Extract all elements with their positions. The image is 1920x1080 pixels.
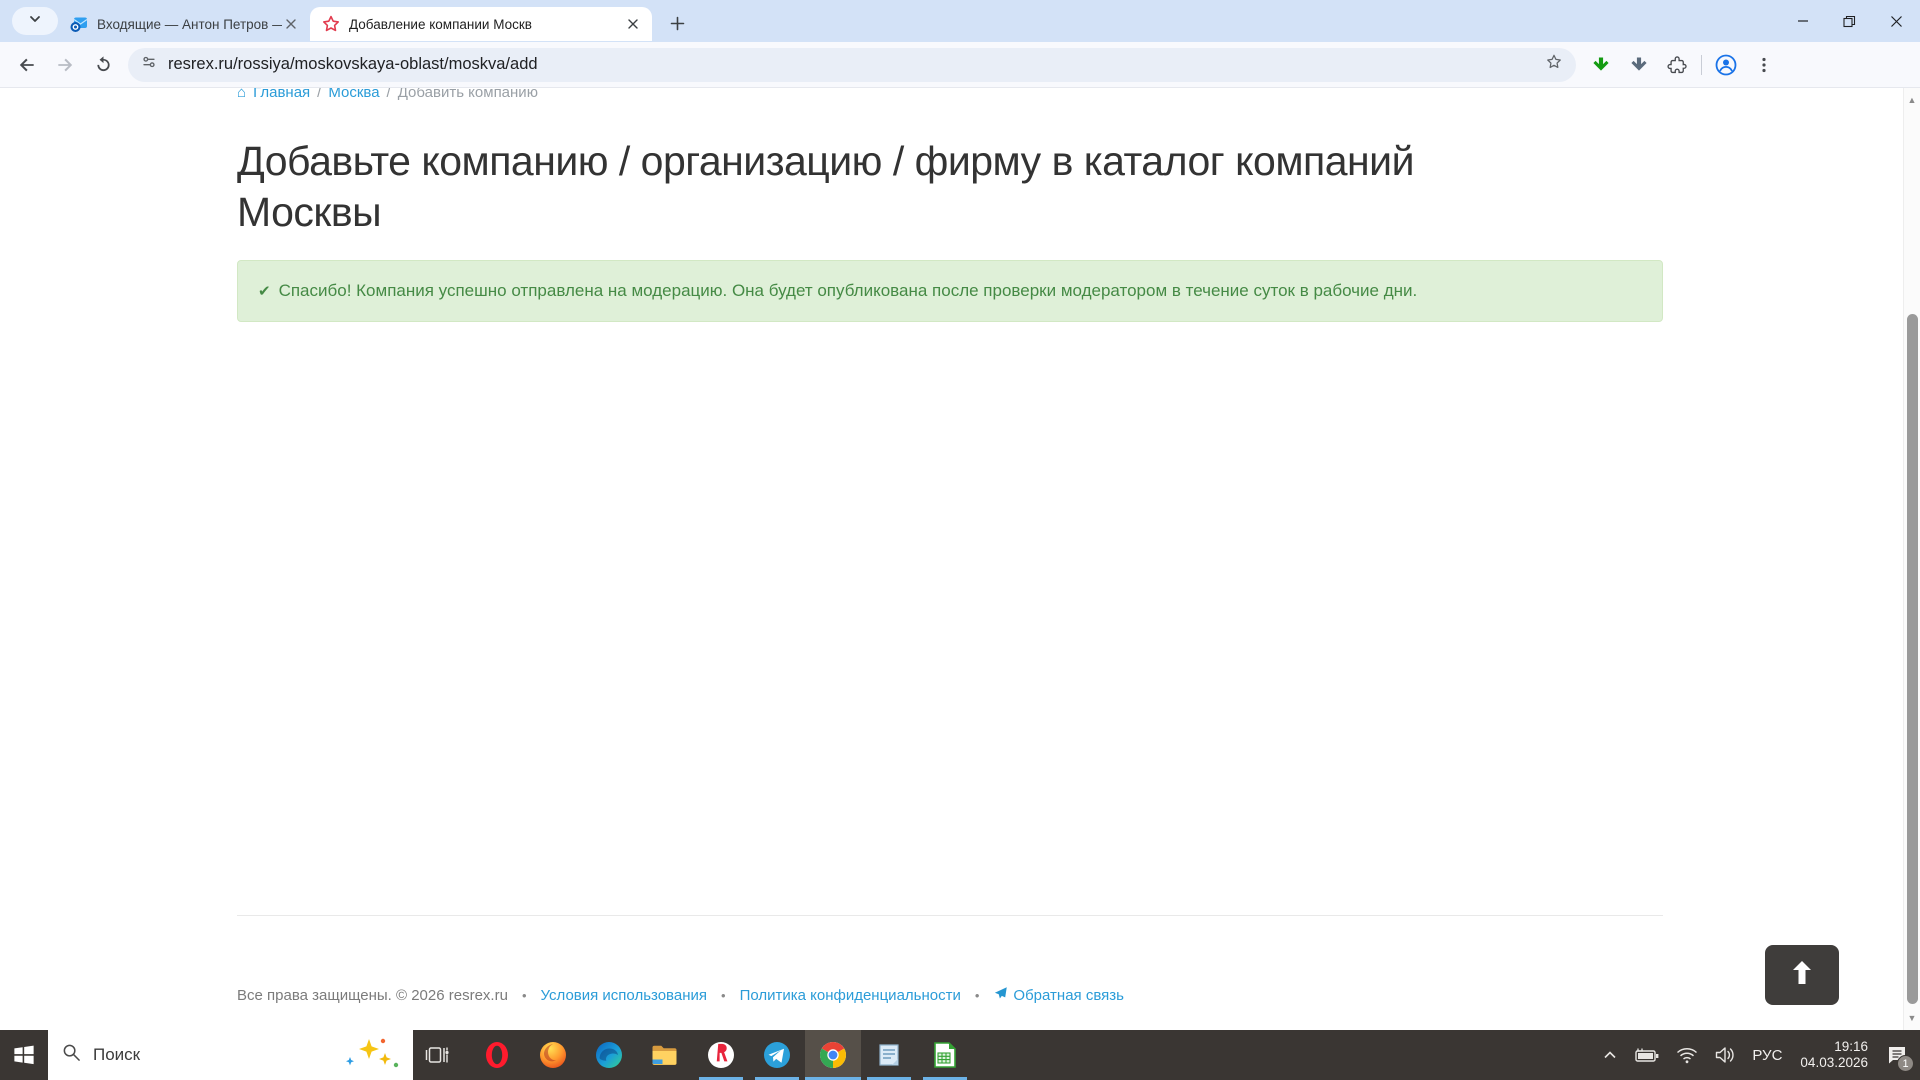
search-placeholder: Поиск [93, 1045, 141, 1064]
tab-close-icon[interactable] [624, 15, 642, 33]
taskbar-app-libreoffice-calc[interactable] [917, 1030, 973, 1080]
breadcrumb-current: Добавить компанию [397, 88, 538, 101]
tray-time: 19:16 [1834, 1039, 1868, 1054]
notification-badge: 1 [1897, 1055, 1914, 1072]
feedback-link[interactable]: Обратная связь [993, 986, 1124, 1005]
url-text[interactable]: resrex.ru/rossiya/moskovskaya-oblast/mos… [168, 55, 1544, 74]
tray-expand-chevron-icon[interactable] [1596, 1030, 1624, 1080]
site-footer: Все права защищены. © 2026 resrex.ru • У… [237, 986, 1663, 1005]
taskbar-app-opera[interactable] [469, 1030, 525, 1080]
paper-plane-icon [993, 986, 1008, 1005]
tab-search-button[interactable] [12, 7, 58, 35]
new-tab-button[interactable] [662, 8, 692, 38]
taskbar: Поиск РУС 19:16 04.03.2026 1 [0, 1030, 1920, 1080]
extensions-icon[interactable] [1661, 49, 1693, 81]
outlook-icon [70, 15, 88, 33]
tab-mail-inbox[interactable]: Входящие — Антон Петров — [58, 7, 310, 41]
scroll-to-top-button[interactable] [1765, 945, 1839, 1005]
browser-scrollbar[interactable]: ▲ ▼ [1903, 88, 1920, 1030]
check-icon: ✔ [258, 283, 271, 300]
footer-divider [237, 915, 1663, 916]
site-settings-icon[interactable] [140, 53, 158, 76]
success-alert: ✔ Спасибо! Компания успешно отправлена на… [237, 260, 1663, 322]
footer-separator: • [521, 988, 527, 1003]
success-alert-text: Спасибо! Компания успешно отправлена на … [278, 281, 1418, 300]
taskbar-apps [469, 1030, 973, 1080]
start-button[interactable] [0, 1030, 48, 1080]
breadcrumb-separator: / [386, 88, 391, 101]
minimize-button[interactable] [1779, 0, 1826, 42]
volume-icon[interactable] [1708, 1030, 1742, 1080]
scrollbar-thumb[interactable] [1907, 314, 1918, 1004]
taskbar-app-file-explorer[interactable] [637, 1030, 693, 1080]
browser-menu-icon[interactable] [1748, 49, 1780, 81]
star-favicon-icon [322, 15, 340, 33]
search-highlights-sparkle-icon [339, 1035, 403, 1076]
taskbar-app-notepad[interactable] [861, 1030, 917, 1080]
taskbar-app-edge[interactable] [581, 1030, 637, 1080]
back-button[interactable] [10, 48, 44, 82]
browser-tab-strip: Входящие — Антон Петров — Добавление ком… [0, 0, 1920, 42]
reload-button[interactable] [86, 48, 120, 82]
restore-button[interactable] [1826, 0, 1873, 42]
tab-title: Входящие — Антон Петров — [97, 16, 282, 32]
address-bar[interactable]: resrex.ru/rossiya/moskovskaya-oblast/mos… [128, 47, 1576, 82]
task-view-button[interactable] [413, 1030, 461, 1080]
footer-separator: • [974, 988, 980, 1003]
copyright-text: Все права защищены. © 2026 resrex.ru [237, 987, 508, 1004]
profile-avatar[interactable] [1710, 49, 1742, 81]
taskbar-app-yandex-browser[interactable] [693, 1030, 749, 1080]
tray-date: 04.03.2026 [1800, 1055, 1868, 1070]
toolbar-divider [1701, 54, 1702, 75]
scrollbar-down-icon[interactable]: ▼ [1904, 1010, 1920, 1026]
tab-title: Добавление компании Москв [349, 16, 532, 32]
tab-add-company[interactable]: Добавление компании Москв [310, 7, 652, 41]
language-indicator[interactable]: РУС [1746, 1030, 1788, 1080]
close-window-button[interactable] [1873, 0, 1920, 42]
save-video-extension-icon[interactable] [1585, 49, 1617, 81]
page-viewport: ⌂ Главная / Москва / Добавить компанию Д… [0, 88, 1903, 1030]
search-icon [62, 1043, 81, 1067]
browser-toolbar: resrex.ru/rossiya/moskovskaya-oblast/mos… [0, 42, 1920, 88]
scrollbar-up-icon[interactable]: ▲ [1904, 92, 1920, 108]
system-tray: РУС 19:16 04.03.2026 1 [1596, 1030, 1920, 1080]
footer-separator: • [721, 988, 726, 1003]
wifi-icon[interactable] [1670, 1030, 1704, 1080]
breadcrumb-home-link[interactable]: Главная [253, 88, 310, 103]
taskbar-app-chrome[interactable] [805, 1030, 861, 1080]
page-title: Добавьте компанию / организацию / фирму … [237, 138, 1414, 235]
breadcrumb: ⌂ Главная / Москва / Добавить компанию [237, 88, 1663, 104]
home-icon: ⌂ [237, 88, 247, 101]
privacy-policy-link[interactable]: Политика конфиденциальности [740, 987, 961, 1004]
downloads-icon[interactable] [1623, 49, 1655, 81]
toolbar-actions [1582, 49, 1783, 81]
notification-center-button[interactable]: 1 [1880, 1030, 1914, 1080]
tab-close-icon[interactable] [282, 15, 300, 33]
tray-clock[interactable]: 19:16 04.03.2026 [1792, 1039, 1876, 1071]
chevron-down-icon [28, 12, 42, 31]
taskbar-app-telegram[interactable] [749, 1030, 805, 1080]
breadcrumb-separator: / [317, 88, 322, 101]
screen: Входящие — Антон Петров — Добавление ком… [0, 0, 1920, 1080]
breadcrumb-city-link[interactable]: Москва [328, 88, 379, 103]
battery-icon[interactable] [1628, 1030, 1666, 1080]
taskbar-app-firefox[interactable] [525, 1030, 581, 1080]
taskbar-search-input[interactable]: Поиск [48, 1030, 413, 1080]
bookmark-star-icon[interactable] [1544, 52, 1564, 77]
window-controls [1779, 0, 1920, 42]
arrow-up-icon [1790, 960, 1814, 991]
forward-button[interactable] [48, 48, 82, 82]
terms-link[interactable]: Условия использования [541, 987, 708, 1004]
